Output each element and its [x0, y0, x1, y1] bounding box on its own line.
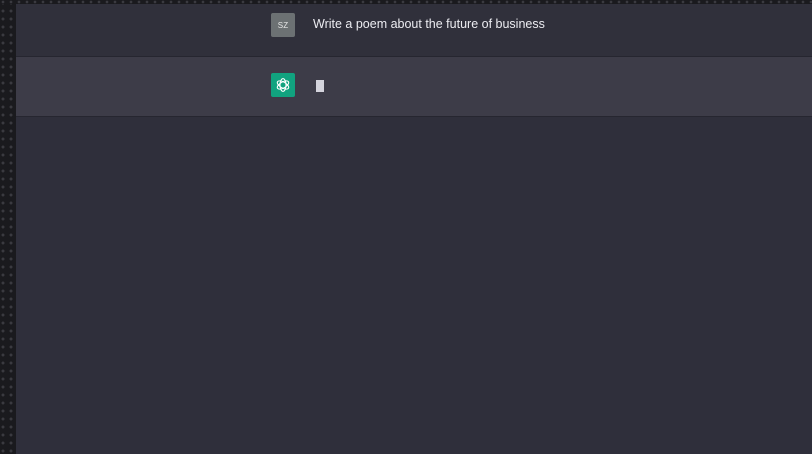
- assistant-message-row: [16, 57, 812, 117]
- app-window: SZ Write a poem about the future of busi…: [0, 0, 812, 454]
- desktop-backdrop: [0, 0, 16, 454]
- assistant-avatar: [271, 73, 295, 97]
- user-avatar: SZ: [271, 13, 295, 37]
- user-message-text: Write a poem about the future of busines…: [313, 17, 545, 31]
- user-message-row: SZ Write a poem about the future of busi…: [16, 4, 812, 57]
- typing-cursor: [316, 80, 324, 92]
- openai-logo-icon: [276, 78, 290, 92]
- chat-thread[interactable]: SZ Write a poem about the future of busi…: [16, 4, 812, 454]
- user-avatar-initials: SZ: [277, 20, 289, 30]
